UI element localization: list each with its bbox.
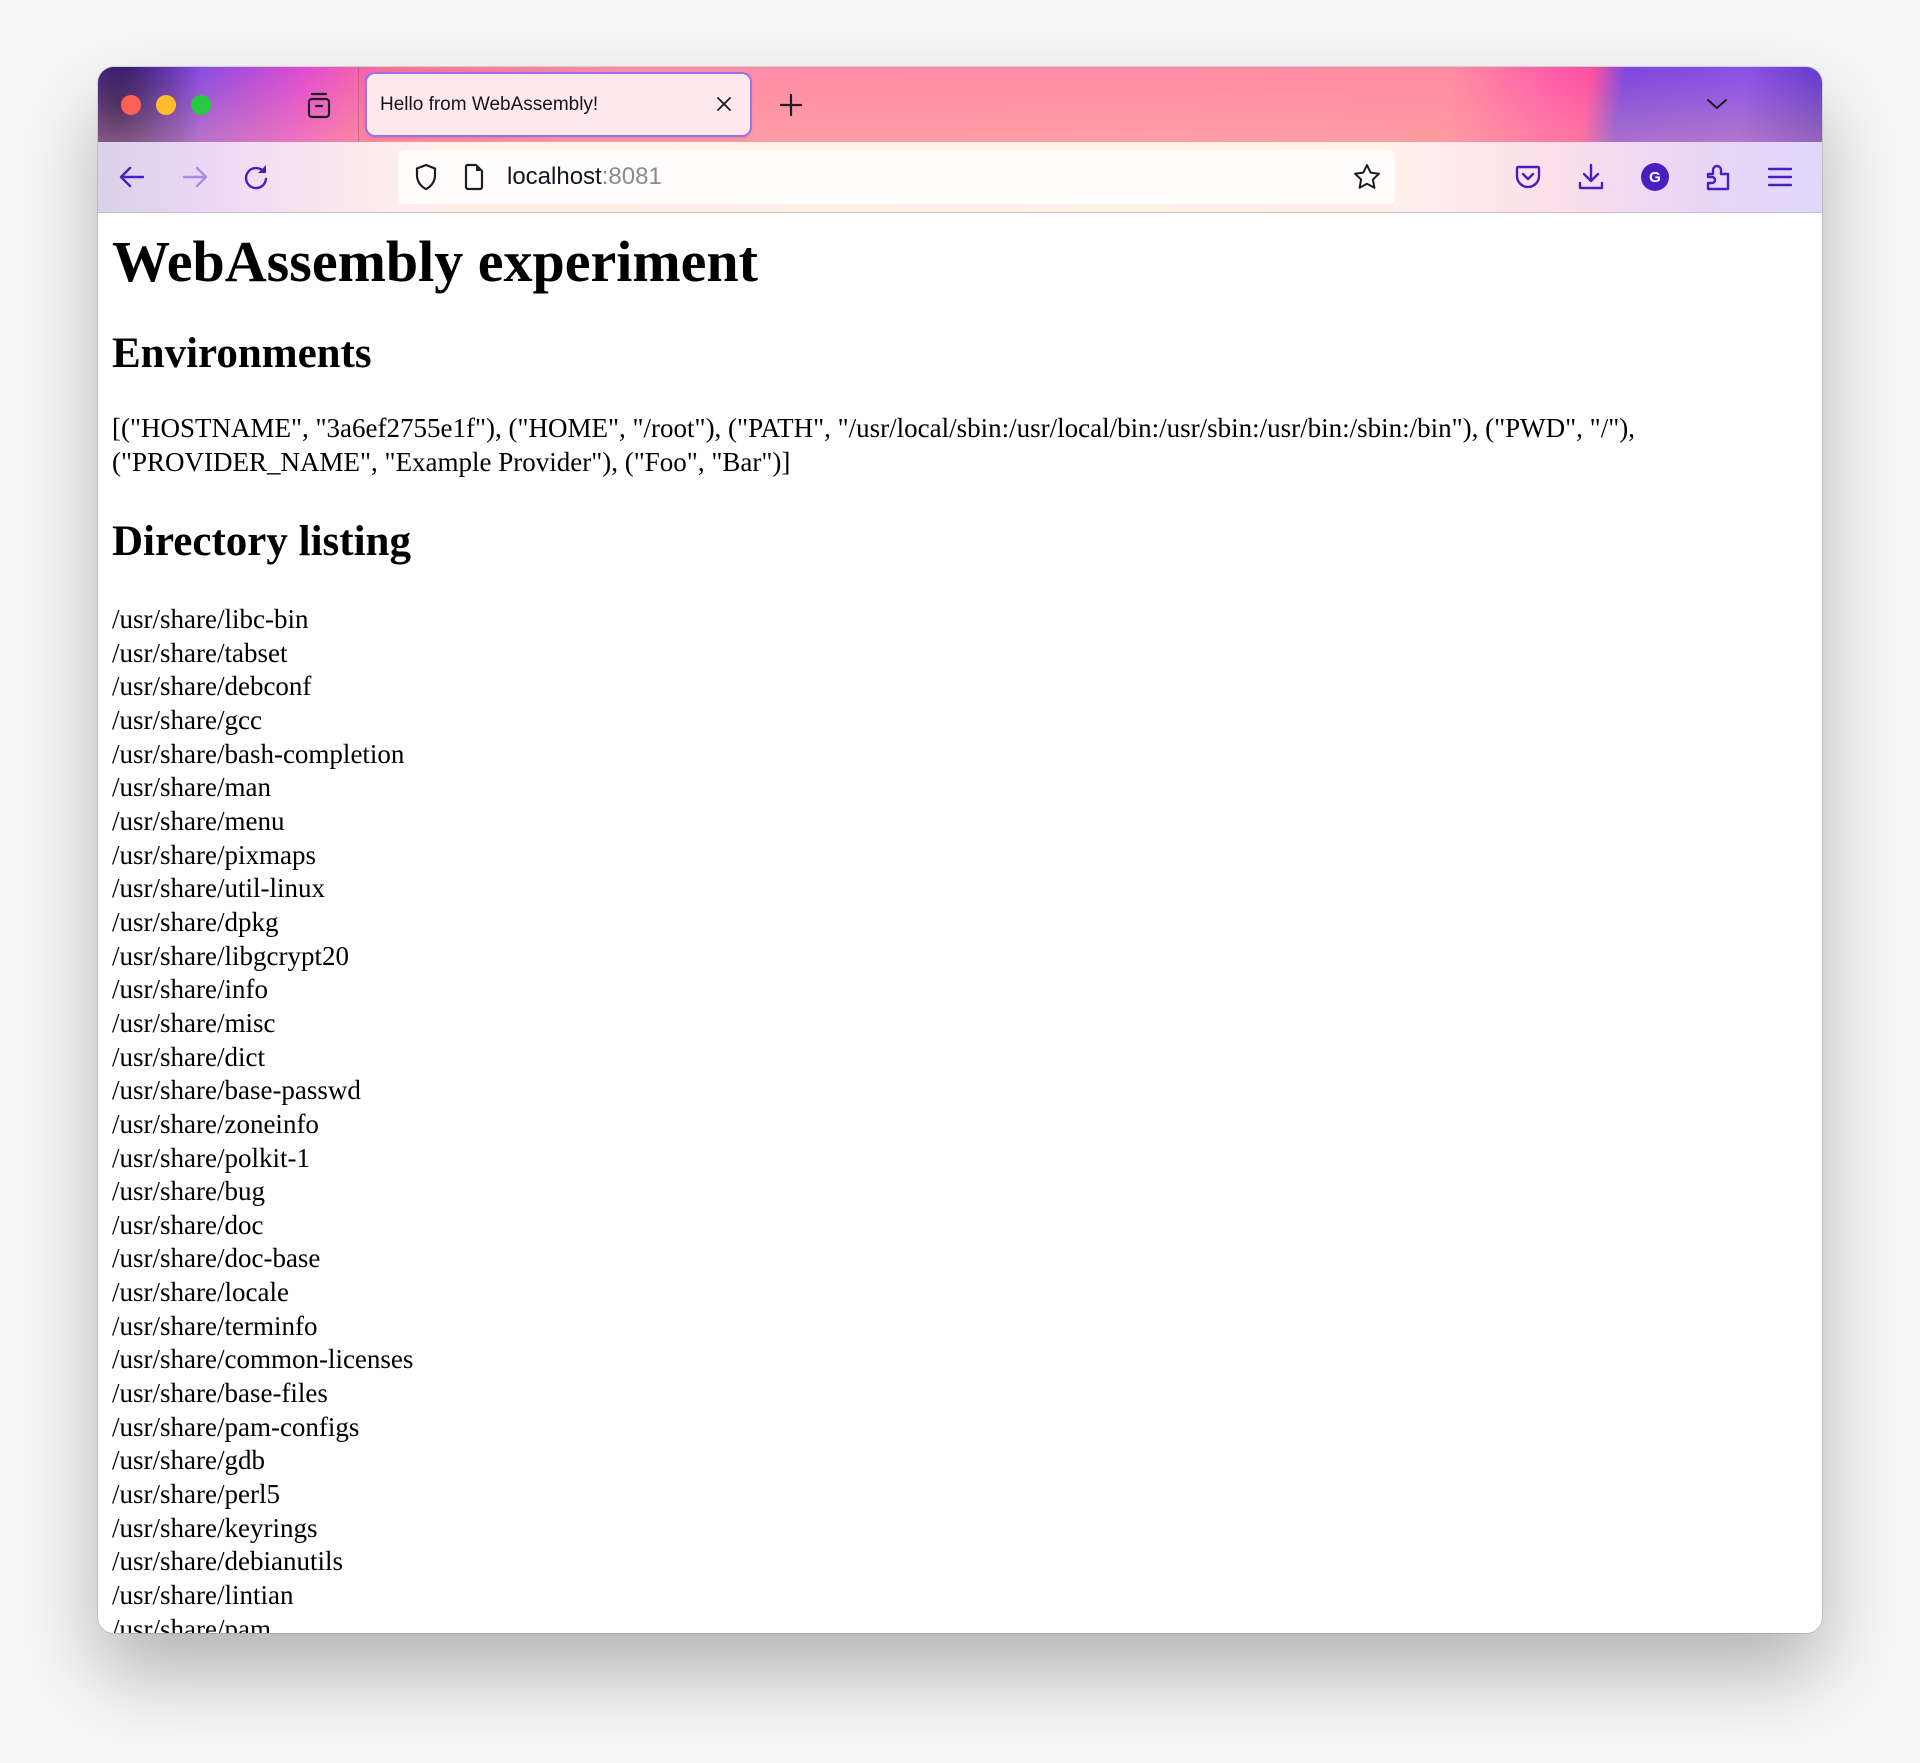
directory-item: /usr/share/man — [112, 772, 271, 803]
avatar: G — [1641, 163, 1669, 191]
download-icon — [1577, 163, 1605, 191]
back-button[interactable] — [116, 161, 148, 193]
extensions-button[interactable] — [1702, 161, 1734, 193]
url-text[interactable]: localhost:8081 — [507, 163, 662, 191]
pocket-icon — [1514, 164, 1542, 190]
directory-item: /usr/share/lintian — [112, 1580, 294, 1611]
directory-list: /usr/share/libc-bin/usr/share/tabset/usr… — [112, 603, 413, 1633]
tab-separator — [358, 67, 359, 142]
directory-item: /usr/share/locale — [112, 1277, 289, 1308]
list-all-tabs-button[interactable] — [1704, 91, 1730, 117]
browser-window: Hello from WebAssembly! localhost:8081 G… — [98, 67, 1822, 1633]
directory-item: /usr/share/info — [112, 974, 268, 1005]
tab-groups-icon — [306, 91, 332, 119]
avatar-letter: G — [1649, 168, 1661, 186]
page-icon — [463, 163, 485, 191]
reload-icon — [242, 163, 270, 191]
tab-close-button[interactable] — [713, 93, 735, 115]
site-info-button[interactable] — [458, 161, 490, 193]
hamburger-menu-icon — [1767, 166, 1793, 188]
arrow-left-icon — [119, 166, 145, 188]
account-button[interactable]: G — [1639, 161, 1671, 193]
directory-item: /usr/share/zoneinfo — [112, 1108, 319, 1139]
puzzle-icon — [1704, 162, 1732, 192]
environments-text: [("HOSTNAME", "3a6ef2755e1f"), ("HOME", … — [112, 413, 1635, 477]
directory-item: /usr/share/keyrings — [112, 1512, 318, 1543]
directory-item: /usr/share/gdb — [112, 1445, 265, 1476]
page-title: WebAssembly experiment — [112, 229, 758, 294]
nav-toolbar: localhost:8081 G — [98, 142, 1822, 213]
window-maximize-button[interactable] — [191, 95, 211, 115]
directory-item: /usr/share/base-passwd — [112, 1075, 361, 1106]
directory-item: /usr/share/pam-configs — [112, 1411, 360, 1442]
directory-item: /usr/share/menu — [112, 805, 285, 836]
plus-icon — [779, 93, 803, 117]
bookmark-button[interactable] — [1351, 161, 1383, 193]
directory-item: /usr/share/base-files — [112, 1378, 328, 1409]
directory-item: /usr/share/debconf — [112, 671, 312, 702]
directory-item: /usr/share/polkit-1 — [112, 1142, 310, 1173]
app-menu-button[interactable] — [1764, 161, 1796, 193]
star-icon — [1352, 162, 1382, 192]
directory-item: /usr/share/dict — [112, 1041, 265, 1072]
arrow-right-icon — [182, 166, 208, 188]
forward-button[interactable] — [179, 161, 211, 193]
shield-icon — [414, 163, 438, 191]
tab-active[interactable]: Hello from WebAssembly! — [367, 74, 750, 135]
directory-item: /usr/share/bash-completion — [112, 738, 405, 769]
new-tab-button[interactable] — [776, 90, 806, 120]
environments-heading: Environments — [112, 330, 372, 377]
url-port: :8081 — [601, 163, 662, 190]
window-close-button[interactable] — [121, 95, 141, 115]
directory-item: /usr/share/perl5 — [112, 1479, 280, 1510]
url-host: localhost — [507, 163, 602, 190]
address-bar[interactable]: localhost:8081 — [398, 150, 1395, 204]
directory-item: /usr/share/terminfo — [112, 1310, 318, 1341]
directory-item: /usr/share/tabset — [112, 637, 288, 668]
directory-item: /usr/share/util-linux — [112, 873, 325, 904]
downloads-button[interactable] — [1575, 161, 1607, 193]
directory-item: /usr/share/dpkg — [112, 906, 279, 937]
tracking-protection-button[interactable] — [410, 161, 442, 193]
directory-item: /usr/share/gcc — [112, 704, 262, 735]
close-icon — [716, 96, 732, 112]
directory-item: /usr/share/pam — [112, 1613, 271, 1633]
page-content: WebAssembly experiment Environments [("H… — [98, 213, 1822, 1633]
directory-item: /usr/share/misc — [112, 1007, 276, 1038]
pocket-button[interactable] — [1512, 161, 1544, 193]
directory-item: /usr/share/bug — [112, 1176, 265, 1207]
tab-title: Hello from WebAssembly! — [380, 93, 599, 115]
reload-button[interactable] — [240, 161, 272, 193]
directory-item: /usr/share/pixmaps — [112, 839, 316, 870]
directory-heading: Directory listing — [112, 518, 411, 565]
directory-item: /usr/share/doc — [112, 1209, 264, 1240]
directory-item: /usr/share/debianutils — [112, 1546, 343, 1577]
directory-item: /usr/share/doc-base — [112, 1243, 321, 1274]
directory-item: /usr/share/libgcrypt20 — [112, 940, 349, 971]
window-minimize-button[interactable] — [156, 95, 176, 115]
chevron-down-icon — [1706, 97, 1728, 111]
tab-groups-button[interactable] — [305, 91, 333, 119]
tab-bar: Hello from WebAssembly! — [98, 67, 1822, 143]
directory-item: /usr/share/libc-bin — [112, 604, 309, 634]
directory-item: /usr/share/common-licenses — [112, 1344, 414, 1375]
